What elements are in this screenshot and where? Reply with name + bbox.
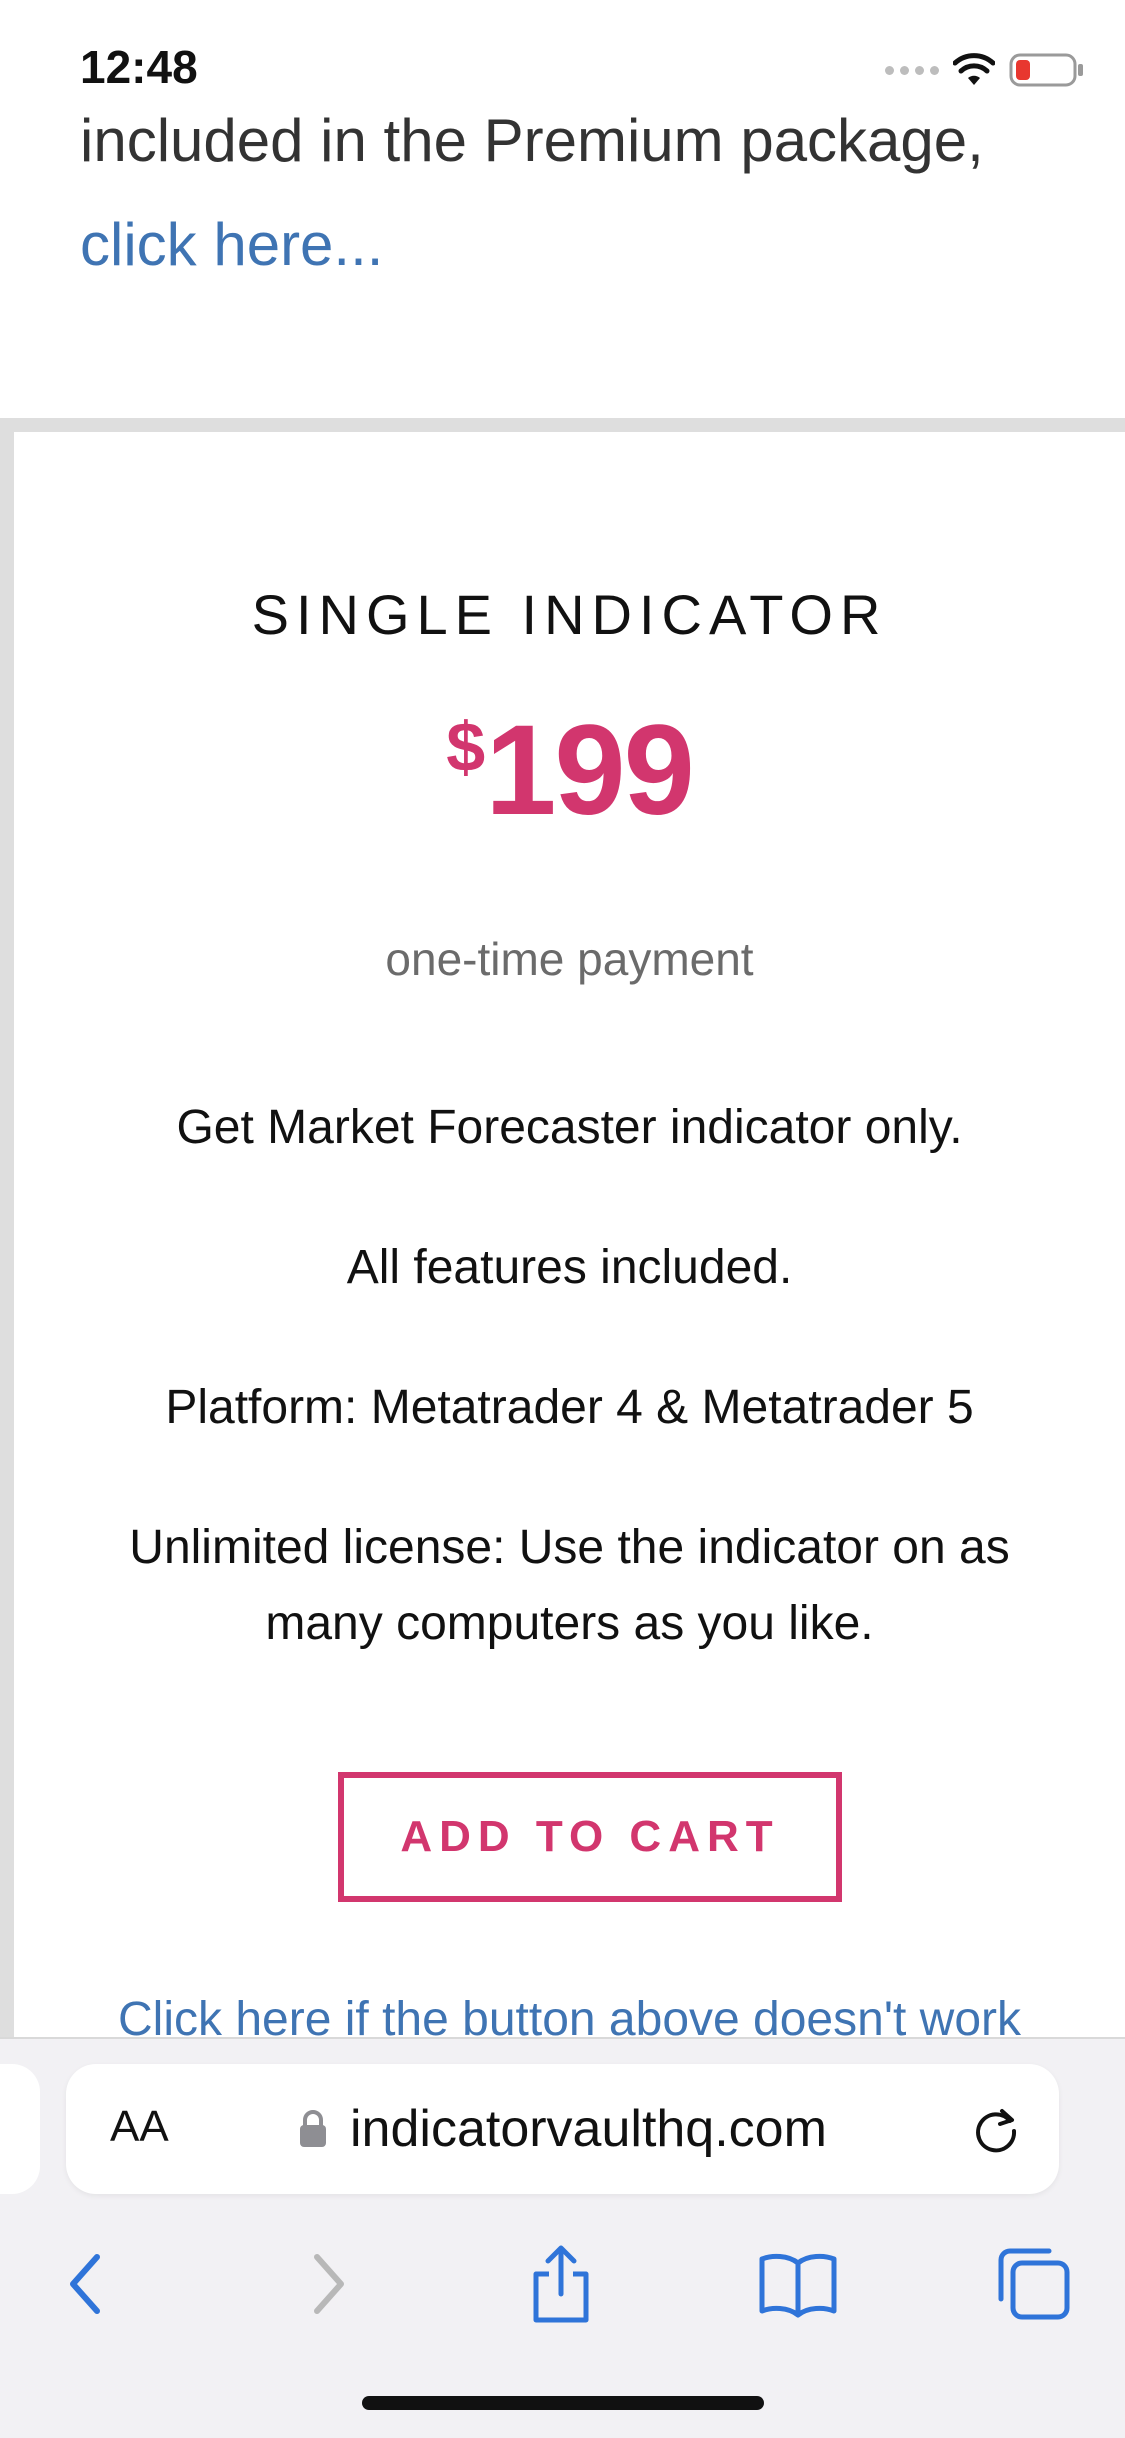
text-size-button[interactable]: AA — [110, 2102, 169, 2152]
forward-button[interactable] — [278, 2229, 378, 2339]
chevron-left-icon — [70, 2254, 100, 2314]
pricing-card-frame: SINGLE INDICATOR $199 one-time payment G… — [0, 418, 1125, 2052]
browser-toolbar: AA indicatorvaulthq.com — [0, 2037, 1125, 2438]
tabs-button[interactable] — [984, 2229, 1084, 2339]
previous-tab-peek[interactable] — [0, 2064, 40, 2194]
book-icon — [759, 2253, 837, 2318]
chevron-right-icon — [314, 2254, 344, 2314]
address-bar[interactable]: AA indicatorvaulthq.com — [66, 2064, 1059, 2194]
text-size-label: AA — [110, 2102, 169, 2151]
feature-item: All features included. — [346, 1241, 793, 1294]
price-amount: 199 — [485, 699, 695, 842]
browser-nav-bar — [0, 2229, 1125, 2339]
tabs-icon — [998, 2248, 1070, 2320]
back-button[interactable] — [36, 2229, 136, 2339]
feature-item: Get Market Forecaster indicator only. — [176, 1101, 963, 1154]
share-icon — [533, 2245, 589, 2323]
status-bar: 12:48 — [0, 0, 1125, 140]
premium-click-here-link[interactable]: click here... — [80, 210, 383, 279]
battery-icon — [1009, 53, 1083, 87]
reload-icon[interactable] — [966, 2099, 1026, 2159]
home-indicator — [362, 2396, 764, 2410]
share-button[interactable] — [511, 2229, 611, 2339]
signal-dots-icon — [885, 65, 939, 75]
plan-price: $199 — [14, 697, 1125, 844]
price-currency: $ — [446, 708, 486, 786]
plan-title: SINGLE INDICATOR — [251, 583, 888, 646]
wifi-icon — [953, 53, 995, 85]
url-text: indicatorvaulthq.com — [350, 2100, 827, 2158]
status-time: 12:48 — [80, 41, 198, 93]
status-icons — [885, 48, 1085, 92]
lock-icon — [300, 2110, 326, 2147]
feature-item: Unlimited license: Use the indicator on … — [129, 1521, 1010, 1650]
bookmarks-button[interactable] — [748, 2229, 848, 2339]
pricing-card: SINGLE INDICATOR $199 one-time payment G… — [14, 432, 1125, 2052]
add-to-cart-button[interactable]: ADD TO CART — [338, 1772, 842, 1902]
feature-item: Platform: Metatrader 4 & Metatrader 5 — [165, 1381, 974, 1434]
payment-note: one-time payment — [385, 933, 754, 985]
